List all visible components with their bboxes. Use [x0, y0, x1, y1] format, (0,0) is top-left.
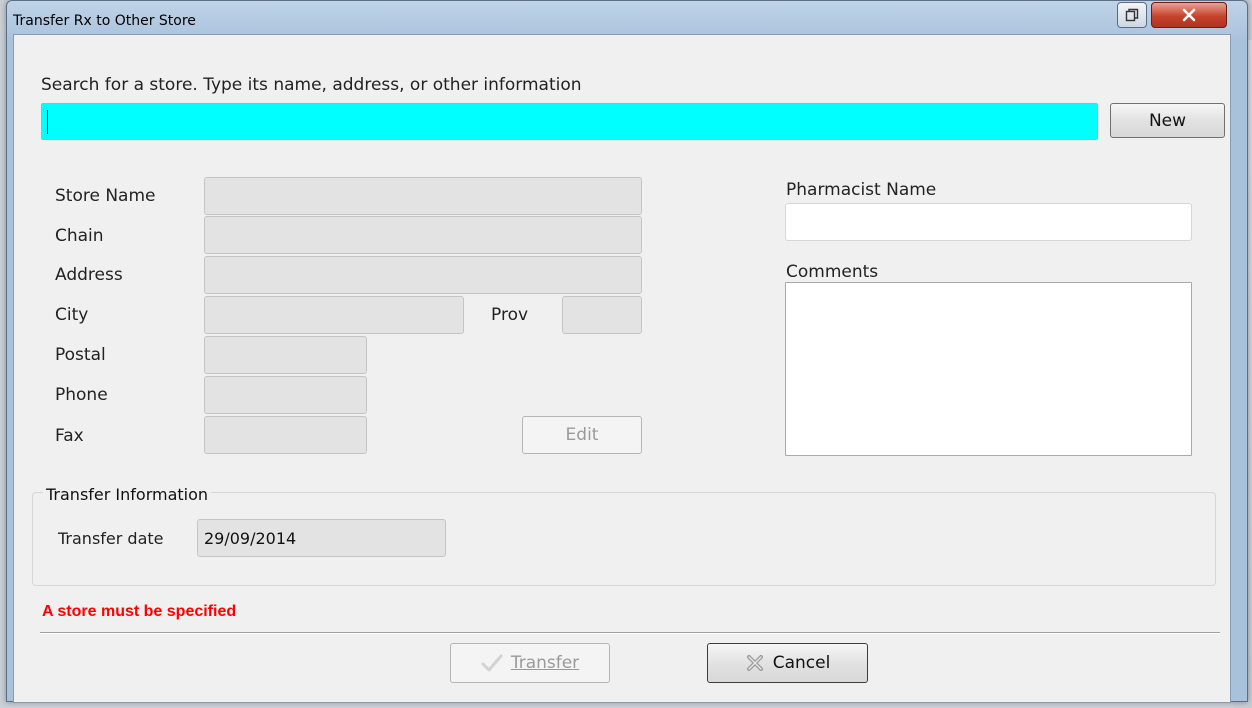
city-label: City: [55, 305, 89, 325]
dialog-body: Search for a store. Type its name, addre…: [13, 34, 1231, 703]
cross-icon: [746, 655, 763, 671]
phone-label: Phone: [55, 385, 108, 405]
restore-icon: [1125, 8, 1139, 22]
comments-label: Comments: [786, 262, 879, 282]
chain-field: [204, 216, 642, 254]
validation-error-text: A store must be specified: [42, 603, 237, 620]
cancel-label: Cancel: [772, 653, 831, 673]
transfer-date-label: Transfer date: [58, 529, 164, 548]
transfer-dialog: Transfer Rx to Other Store Search for a …: [6, 0, 1248, 703]
footer-divider: [40, 632, 1220, 634]
restore-button[interactable]: [1117, 2, 1147, 28]
city-field: [204, 296, 464, 334]
prov-field: [562, 296, 642, 334]
store-name-field: [204, 177, 642, 215]
new-store-button[interactable]: New: [1110, 103, 1225, 138]
store-name-label: Store Name: [55, 186, 156, 206]
fax-label: Fax: [55, 426, 84, 446]
edit-store-button[interactable]: Edit: [522, 416, 642, 454]
pharmacist-name-input[interactable]: [785, 203, 1192, 241]
new-store-label: New: [1148, 110, 1187, 131]
prov-label: Prov: [491, 305, 529, 325]
pharmacist-name-label: Pharmacist Name: [786, 180, 937, 200]
address-label: Address: [55, 265, 123, 285]
store-search-input[interactable]: [41, 103, 1098, 140]
close-x-icon: [1182, 8, 1196, 22]
checkmark-icon: [481, 654, 503, 672]
transfer-information-title: Transfer Information: [43, 485, 212, 504]
window-title: Transfer Rx to Other Store: [13, 13, 196, 29]
address-field: [204, 256, 642, 294]
comments-textarea[interactable]: [785, 282, 1192, 456]
edit-store-label: Edit: [565, 425, 599, 445]
cancel-button[interactable]: Cancel: [707, 643, 868, 683]
transfer-button[interactable]: Transfer: [450, 643, 610, 683]
search-prompt: Search for a store. Type its name, addre…: [41, 75, 582, 95]
fax-field: [204, 416, 367, 454]
transfer-label: Transfer: [510, 653, 580, 673]
postal-label: Postal: [55, 345, 106, 365]
phone-field: [204, 376, 367, 414]
chain-label: Chain: [55, 226, 104, 246]
postal-field: [204, 336, 367, 374]
text-caret: [47, 110, 48, 134]
close-button[interactable]: [1151, 2, 1227, 28]
transfer-date-value: 29/09/2014: [204, 528, 297, 548]
transfer-date-field[interactable]: 29/09/2014: [197, 519, 446, 557]
